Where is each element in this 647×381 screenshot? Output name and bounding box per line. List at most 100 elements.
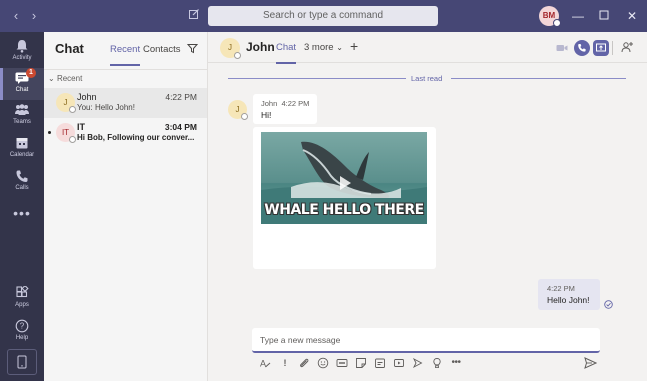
share-screen-button[interactable] [593, 40, 609, 56]
user-avatar[interactable]: BM [539, 6, 561, 27]
appbar-item-teams[interactable]: Teams [0, 100, 44, 132]
chat-item-name: John [77, 92, 97, 102]
meeting-icon[interactable] [374, 357, 386, 369]
appbar-item-help[interactable]: ? Help [0, 316, 44, 348]
avatar[interactable]: J [228, 100, 248, 120]
tab-more[interactable]: 3 more ⌄ [304, 42, 343, 53]
attach-icon[interactable] [298, 357, 310, 369]
forward-icon[interactable]: › [26, 8, 42, 24]
divider [44, 69, 208, 70]
important-icon[interactable]: ! [279, 357, 291, 369]
help-icon: ? [15, 319, 29, 333]
filter-icon[interactable] [187, 43, 198, 54]
message-time: 4:22 PM [281, 99, 310, 108]
user-initials: BM [542, 11, 556, 20]
more-options-icon[interactable]: ••• [450, 357, 462, 369]
presence-icon [553, 19, 561, 27]
phone-icon [578, 44, 586, 52]
audio-call-button[interactable] [574, 40, 590, 56]
chevron-down-icon: ⌄ [336, 43, 343, 52]
compose-icon[interactable] [186, 8, 202, 24]
teams-icon [15, 104, 29, 115]
recent-section-label: Recent [56, 74, 83, 83]
presence-icon [241, 113, 248, 120]
chat-header: J John Chat 3 more ⌄ + [208, 32, 647, 64]
more-apps-icon[interactable]: ••• [0, 205, 44, 221]
contact-name: John [246, 40, 275, 54]
appbar-label: Calls [15, 185, 29, 191]
presence-icon [69, 106, 76, 113]
message-text: Hi! [261, 110, 272, 120]
minimize-icon[interactable]: — [570, 8, 586, 24]
chat-list-item[interactable]: IT IT 3:04 PM Hi Bob, Following our conv… [44, 118, 207, 148]
search-input[interactable]: Search or type a command [208, 6, 438, 26]
tab-contacts[interactable]: Contacts [143, 44, 181, 55]
appbar-item-apps[interactable]: Apps [0, 283, 44, 315]
back-icon[interactable]: ‹ [8, 8, 24, 24]
outgoing-message[interactable]: 4:22 PM Hello John! [538, 279, 600, 310]
chevron-down-icon: ⌄ [48, 74, 55, 83]
add-tab-icon[interactable]: + [350, 38, 358, 54]
compose-box[interactable] [252, 328, 600, 353]
avatar: IT [56, 123, 76, 143]
recent-section-header[interactable]: ⌄ Recent [48, 74, 82, 83]
chat-item-time: 4:22 PM [165, 92, 197, 102]
avatar-initials: J [63, 98, 68, 107]
message-meta: John 4:22 PM [261, 99, 309, 108]
message-time: 4:22 PM [547, 284, 575, 293]
tab-recent[interactable]: Recent [110, 44, 141, 66]
avatar-initials: J [235, 105, 240, 114]
chat-list-item[interactable]: J John 4:22 PM You: Hello John! [44, 88, 207, 118]
bell-icon [16, 40, 28, 53]
appbar-label: Chat [15, 87, 29, 93]
calendar-icon [16, 138, 28, 149]
appbar-item-calls[interactable]: Calls [0, 166, 44, 198]
video-call-button[interactable] [554, 40, 570, 56]
incoming-gif-message[interactable]: WHALE HELLO THERE [253, 127, 436, 269]
appbar-label: Activity [12, 55, 32, 61]
device-button[interactable] [7, 349, 37, 375]
avatar-initials: J [228, 43, 232, 52]
appbar-label: Teams [13, 119, 31, 125]
avatar-initials: IT [61, 128, 70, 137]
last-read-divider [451, 78, 626, 79]
unread-badge: 1 [26, 68, 36, 78]
title-bar: ‹ › Search or type a command BM — ✕ [0, 0, 647, 32]
appbar-item-chat[interactable]: Chat 1 [0, 68, 44, 100]
maximize-icon[interactable] [596, 8, 612, 24]
send-button[interactable] [584, 357, 598, 369]
appbar-item-calendar[interactable]: Calendar [0, 133, 44, 165]
stream-icon[interactable] [393, 357, 405, 369]
close-icon[interactable]: ✕ [624, 8, 640, 24]
message-input[interactable] [260, 328, 590, 351]
emoji-icon[interactable] [317, 357, 329, 369]
incoming-message[interactable]: John 4:22 PM Hi! [253, 94, 317, 124]
presence-icon [234, 52, 241, 59]
chat-list-title: Chat [55, 41, 84, 56]
chat-item-preview: Hi Bob, Following our conver... [77, 133, 195, 142]
add-people-icon [621, 42, 633, 53]
chat-item-time: 3:04 PM [164, 122, 197, 132]
sticker-icon[interactable] [355, 357, 367, 369]
gif-icon[interactable] [336, 357, 348, 369]
avatar: J [56, 93, 76, 113]
tab-more-label: 3 more [304, 42, 334, 53]
message-text: Hello John! [547, 295, 590, 305]
avatar[interactable]: J [220, 38, 241, 59]
phone-icon [16, 170, 28, 182]
format-icon[interactable]: A [259, 357, 271, 369]
gif-image[interactable]: WHALE HELLO THERE [261, 132, 427, 224]
video-camera-icon [556, 45, 568, 51]
last-read-label: Last read [411, 74, 443, 83]
divider [612, 41, 613, 55]
appbar-item-activity[interactable]: Activity [0, 36, 44, 68]
mobile-device-icon [17, 355, 27, 369]
tab-chat[interactable]: Chat [276, 42, 297, 64]
appbar-label: Help [15, 335, 29, 341]
lightbulb-icon[interactable] [431, 357, 443, 369]
praise-icon[interactable] [412, 357, 424, 369]
add-people-button[interactable] [620, 40, 636, 56]
message-sender: John [261, 99, 278, 108]
presence-icon [69, 136, 76, 143]
unread-dot [48, 131, 51, 134]
